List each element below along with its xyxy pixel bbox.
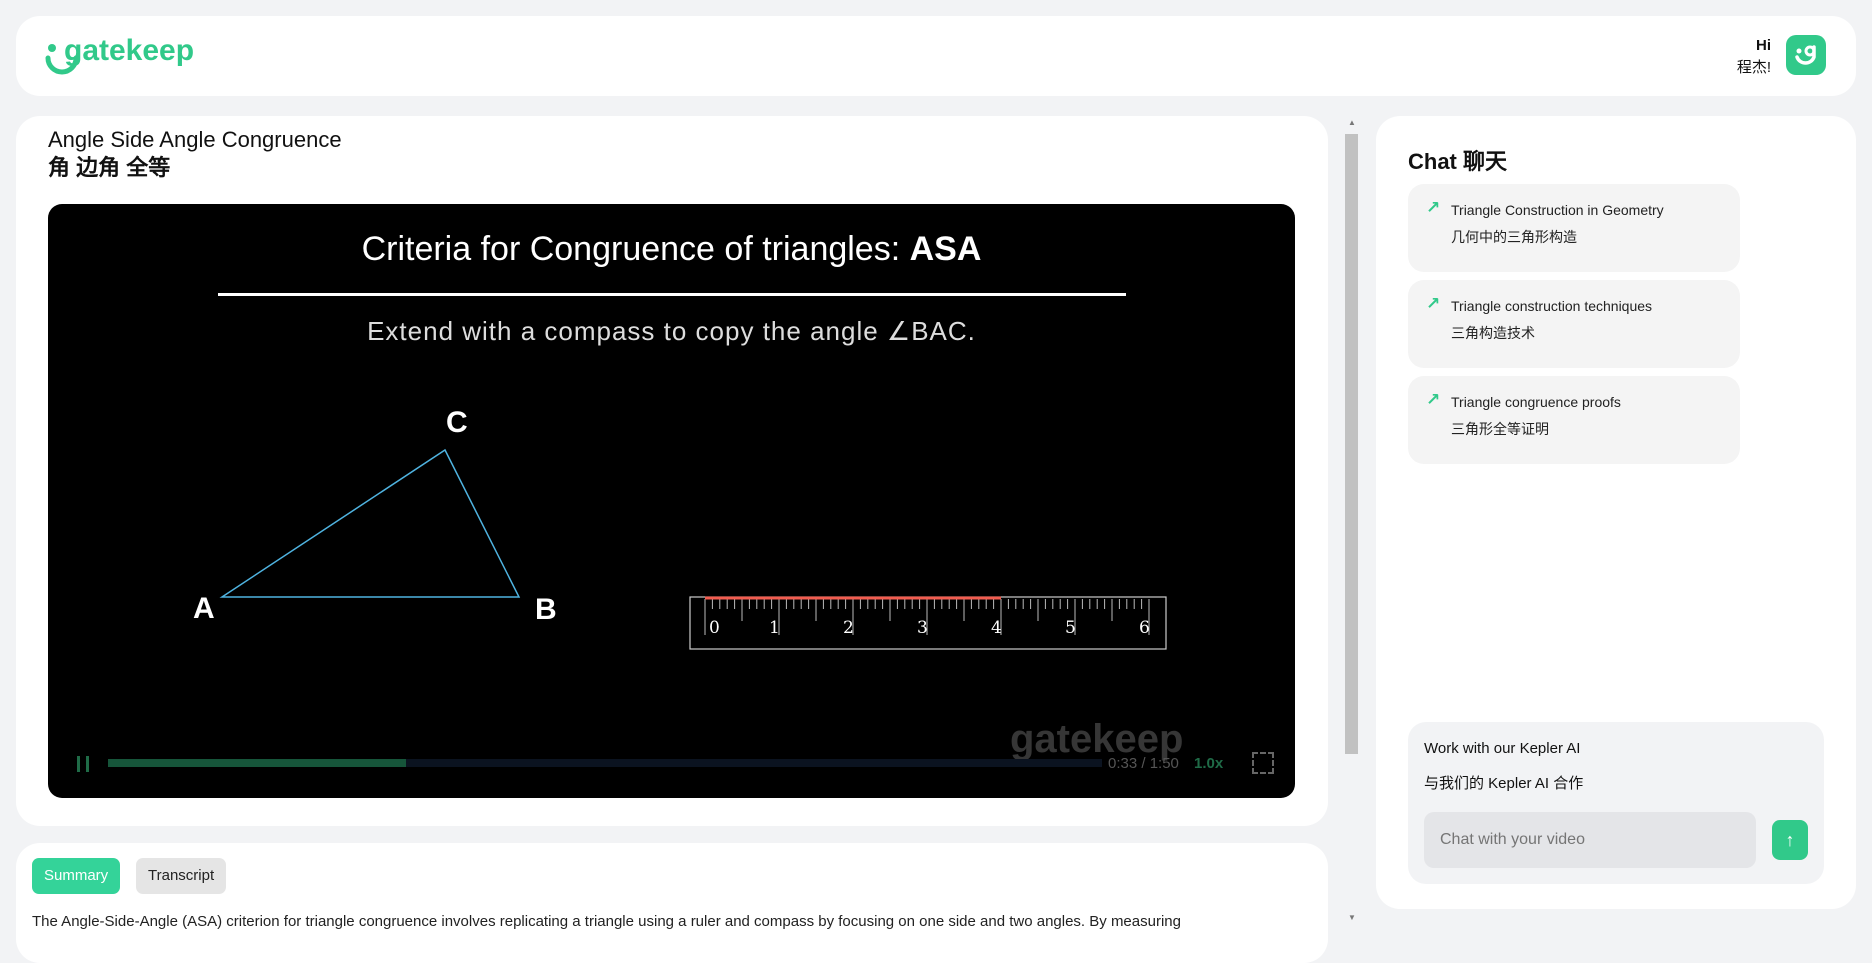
ruler-label: 3 [917,618,928,638]
chat-title: Chat 聊天 [1408,149,1508,174]
suggestion-en: Triangle construction techniques [1451,298,1653,314]
user-name: 程杰! [1736,59,1771,76]
vertex-c: C [446,406,468,439]
time-display: 0:33 / 1:50 [1108,755,1179,772]
pause-button[interactable] [77,756,89,772]
scroll-down-icon[interactable]: ▼ [1348,913,1356,922]
chat-input[interactable] [1424,812,1756,868]
arrow-up-right-icon: ↗ [1426,390,1441,409]
user-greeting: Hi 程杰! [1737,35,1771,79]
suggestion-item[interactable]: ↗ Triangle construction techniques 三角构造技… [1408,280,1740,368]
page-scrollbar[interactable]: ▲ ▼ [1344,116,1359,926]
tab-transcript[interactable]: Transcript [136,858,227,894]
ruler-label: 2 [843,618,854,638]
video-player[interactable]: Criteria for Congruence of triangles: AS… [48,204,1295,798]
greeting: Hi [1756,37,1771,54]
suggestion-zh: 三角构造技术 [1451,325,1535,341]
kepler-intro-en: Work with our Kepler AI [1424,740,1581,757]
suggestion-zh: 三角形全等证明 [1451,421,1549,437]
progress-bar[interactable] [108,759,1102,767]
suggestion-en: Triangle Construction in Geometry [1451,202,1664,218]
video-title: Angle Side Angle Congruence 角 边角 全等 [48,126,342,182]
top-header: gatekeep Hi 程杰! [16,16,1856,96]
scrollbar-thumb[interactable] [1345,134,1358,754]
summary-panel: Summary Transcript The Angle-Side-Angle … [16,843,1328,963]
arrow-up-icon: ↑ [1785,829,1795,850]
tab-summary[interactable]: Summary [32,858,121,894]
video-title-zh: 角 边角 全等 [48,155,171,180]
smiley-logo-icon [1795,45,1816,65]
svg-text:gatekeep: gatekeep [64,34,194,67]
slide-drawing: A B C 0123456 gatekeep [193,406,1183,761]
kepler-chat-box: Work with our Kepler AI 与我们的 Kepler AI 合… [1408,722,1824,884]
vertex-b: B [535,593,557,626]
triangle-abc [219,448,521,598]
suggestion-zh: 几何中的三角形构造 [1451,229,1577,245]
scroll-up-icon[interactable]: ▲ [1348,118,1356,127]
fullscreen-icon[interactable] [1252,752,1274,774]
suggestion-en: Triangle congruence proofs [1451,394,1621,410]
video-title-en: Angle Side Angle Congruence [48,127,342,152]
ruler-label: 5 [1065,618,1076,638]
ruler-label: 6 [1139,618,1150,638]
video-panel: Angle Side Angle Congruence 角 边角 全等 Crit… [16,116,1328,826]
arrow-up-right-icon: ↗ [1426,294,1441,313]
progress-fill [108,759,407,767]
suggestion-item[interactable]: ↗ Triangle congruence proofs 三角形全等证明 [1408,376,1740,464]
send-button[interactable]: ↑ [1772,820,1808,860]
gatekeep-logo[interactable]: gatekeep [44,30,224,80]
chat-panel: Chat 聊天 ↗ Triangle Construction in Geome… [1376,116,1856,909]
ruler: 0 1 2 3 4 5 6 [689,596,1167,650]
ruler-label: 0 [709,618,720,638]
summary-text: The Angle-Side-Angle (ASA) criterion for… [32,913,1181,930]
ruler-label: 1 [769,618,780,638]
kepler-intro-zh: 与我们的 Kepler AI 合作 [1424,775,1584,792]
arrow-up-right-icon: ↗ [1426,198,1441,217]
vertex-a: A [193,592,215,625]
speed-button[interactable]: 1.0x [1194,755,1223,772]
ruler-label: 4 [991,618,1002,638]
suggestion-item[interactable]: ↗ Triangle Construction in Geometry 几何中的… [1408,184,1740,272]
avatar[interactable] [1786,35,1826,75]
